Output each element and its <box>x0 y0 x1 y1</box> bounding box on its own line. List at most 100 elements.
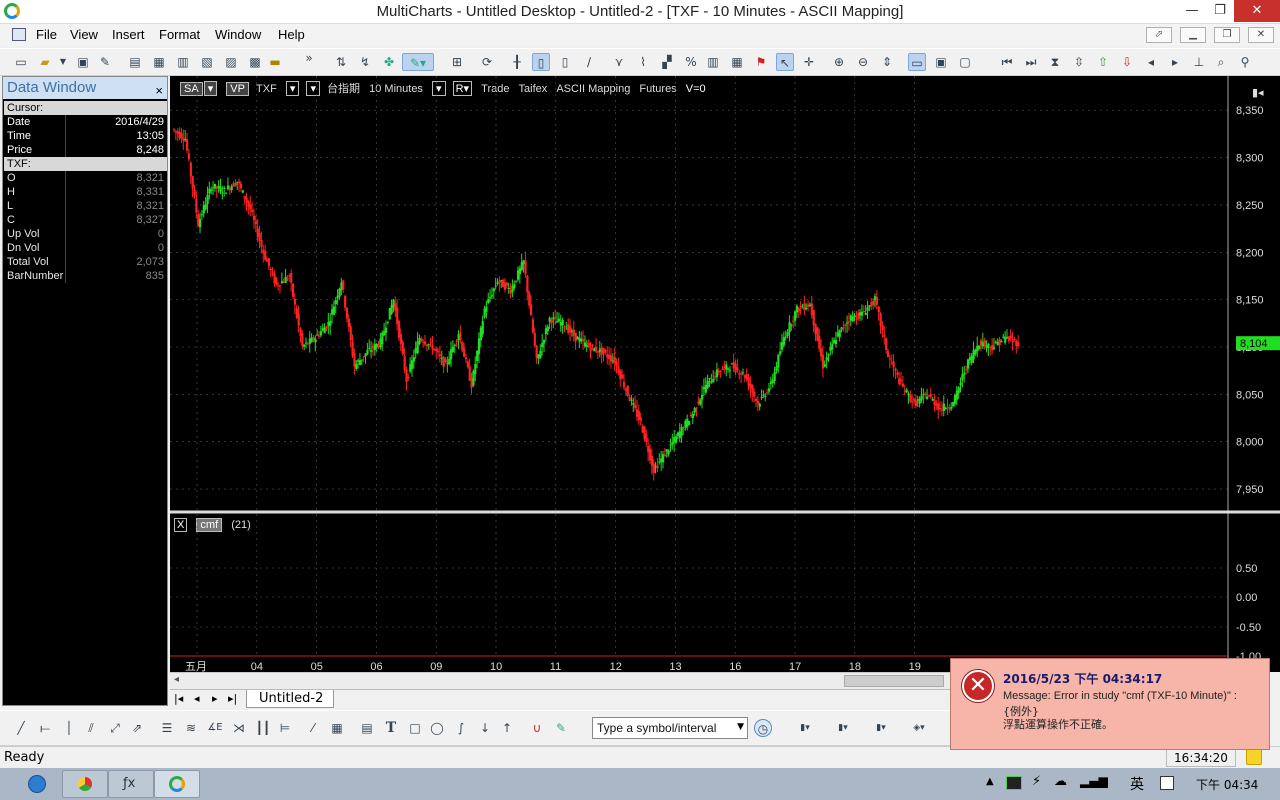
next-tab-icon[interactable]: ▸ <box>212 692 218 705</box>
scanner-icon[interactable]: ▦ <box>150 53 168 71</box>
crosshair-icon[interactable]: ✛ <box>800 53 818 71</box>
menu-view[interactable]: View <box>70 27 98 42</box>
scroll-left-icon[interactable]: ◂ <box>1142 53 1160 71</box>
order-icon[interactable]: ▨ <box>222 53 240 71</box>
screenshot-icon[interactable]: ▣ <box>932 53 950 71</box>
document-icon[interactable] <box>12 28 26 41</box>
dom-icon[interactable]: ▥ <box>174 53 192 71</box>
trade-tools-icon[interactable]: ◈▾ <box>910 719 928 737</box>
arrow-line-icon[interactable]: ⤢ <box>106 719 124 737</box>
rectangle-icon[interactable]: □ <box>406 719 424 737</box>
chart-window-icon[interactable]: ▤ <box>126 53 144 71</box>
grid-icon[interactable]: ▦ <box>728 53 746 71</box>
range-chart-icon[interactable]: ▮▾ <box>872 719 890 737</box>
freehand-icon[interactable]: ∫ <box>452 719 470 737</box>
taskbar-clock[interactable]: 下午 04:34 <box>1196 776 1258 793</box>
editor-taskbar-icon[interactable]: ƒx <box>108 770 154 798</box>
list-icon[interactable]: ▤ <box>358 719 376 737</box>
percent-icon[interactable]: % <box>682 53 700 71</box>
hourglass-icon[interactable]: ⧗ <box>1046 53 1064 71</box>
close-icon[interactable]: × <box>155 80 163 102</box>
error-notification[interactable]: ✕ 2016/5/23 下午 04:34:17 Message: Error i… <box>950 658 1270 750</box>
fib-arc-icon[interactable]: ⋊ <box>230 719 248 737</box>
text-tool-icon[interactable]: T <box>382 719 400 737</box>
pitchfork-icon[interactable]: ⊨ <box>276 719 294 737</box>
flag-icon[interactable]: ⚑ <box>752 53 770 71</box>
vertical-line-icon[interactable]: │ <box>60 719 78 737</box>
maximize-button[interactable]: ❐ <box>1206 0 1234 22</box>
scroll-icon[interactable]: ⇕ <box>878 53 896 71</box>
report-icon[interactable]: ▩ <box>246 53 264 71</box>
tab-untitled-2[interactable]: Untitled-2 <box>246 690 334 708</box>
first-tab-icon[interactable]: |◂ <box>174 692 183 705</box>
drawing-mode-icon[interactable]: ✎▾ <box>402 53 434 71</box>
arrow-down-icon[interactable]: ↓ <box>476 719 494 737</box>
minimize-button[interactable]: — <box>1178 0 1206 22</box>
edit-icon[interactable]: ✎ <box>96 53 114 71</box>
close-button[interactable]: ✕ <box>1234 0 1280 22</box>
candlestick-icon[interactable]: ▯ <box>532 53 550 71</box>
channel-icon[interactable]: ⫽ <box>82 719 100 737</box>
kagi-icon[interactable]: ⌇ <box>634 53 652 71</box>
seek-end-icon[interactable]: ⏭ <box>1022 53 1040 71</box>
power-icon[interactable]: ⚡ <box>1032 774 1041 789</box>
scroll-left-icon[interactable]: ◂ <box>174 674 179 685</box>
toolbar-overflow-icon[interactable]: » <box>300 49 318 67</box>
start-icon[interactable] <box>28 775 46 793</box>
renko-icon[interactable]: ▞ <box>658 53 676 71</box>
chevron-down-icon[interactable]: ▼ <box>54 53 72 71</box>
chart-window[interactable]: SA ▾ VP TXF ▾ ▾ 台指期 10 Minutes ▾ R▾ Trade… <box>170 76 1280 672</box>
hollow-candle-icon[interactable]: ▯ <box>556 53 574 71</box>
format-icon[interactable]: ⊞ <box>448 53 466 71</box>
ray-icon[interactable]: ⇗ <box>128 719 146 737</box>
multicharts-taskbar-icon[interactable] <box>154 770 200 798</box>
save-icon[interactable]: ▣ <box>74 53 92 71</box>
chevron-down-icon[interactable]: ▼ <box>737 722 744 732</box>
point-figure-icon[interactable]: ⋎ <box>610 53 628 71</box>
open-folder-icon[interactable]: ▰ <box>36 53 54 71</box>
seek-start-icon[interactable]: ⏮ <box>998 53 1016 71</box>
paint-icon[interactable]: ✎ <box>552 719 570 737</box>
grid-icon[interactable]: ▦ <box>328 719 346 737</box>
mdi-float-button[interactable]: ⬀ <box>1146 27 1172 43</box>
menu-insert[interactable]: Insert <box>112 27 145 42</box>
scroll-right-icon[interactable]: ▸ <box>1166 53 1184 71</box>
zoom-in-icon[interactable]: ⊕ <box>830 53 848 71</box>
menu-window[interactable]: Window <box>215 27 261 42</box>
insert-signal-icon[interactable]: ↯ <box>356 53 374 71</box>
window-icon[interactable]: ▢ <box>956 53 974 71</box>
arrow-up-icon[interactable]: ↑ <box>498 719 516 737</box>
cloud-icon[interactable]: ☁ <box>1054 774 1067 789</box>
notes-icon[interactable]: ▬ <box>266 53 284 71</box>
portfolio-icon[interactable]: ▧ <box>198 53 216 71</box>
new-workspace-icon[interactable]: ▭ <box>12 53 30 71</box>
input-language[interactable]: 英 <box>1130 774 1144 794</box>
insert-study-icon[interactable]: ⇅ <box>332 53 350 71</box>
magnify-icon[interactable]: ⌕ <box>1212 53 1230 71</box>
notification-icon[interactable] <box>1246 749 1262 765</box>
symbol-interval-input[interactable]: Type a symbol/interval ▼ <box>592 717 748 739</box>
insert-text-icon[interactable]: ⊥ <box>1190 53 1208 71</box>
apply-symbol-icon[interactable]: ◷ <box>754 719 772 737</box>
pointer-icon[interactable]: ↖ <box>776 53 794 71</box>
mdi-minimize-button[interactable]: ▁ <box>1180 27 1206 43</box>
zoom-out-icon[interactable]: ⊖ <box>854 53 872 71</box>
line-chart-icon[interactable]: ∕ <box>580 53 598 71</box>
strategy-icon[interactable]: ✤ <box>380 53 398 71</box>
menu-help[interactable]: Help <box>278 27 305 42</box>
prev-tab-icon[interactable]: ◂ <box>194 692 200 705</box>
monitor-icon[interactable] <box>1006 776 1022 790</box>
fib-fan-icon[interactable]: ∡E <box>206 719 224 737</box>
tray-expand-icon[interactable]: ▲ <box>986 776 994 787</box>
compress-icon[interactable]: ⇳ <box>1070 53 1088 71</box>
scrollbar-thumb[interactable] <box>844 675 944 687</box>
browser-taskbar-icon[interactable] <box>62 770 108 798</box>
menu-format[interactable]: Format <box>159 27 200 42</box>
refresh-icon[interactable]: ⟳ <box>478 53 496 71</box>
fib-time-icon[interactable]: ┃┃ <box>254 719 272 737</box>
volume-chart-icon[interactable]: ▮▾ <box>834 719 852 737</box>
fib-ext-icon[interactable]: ≋ <box>182 719 200 737</box>
mdi-restore-button[interactable]: ❐ <box>1214 27 1240 43</box>
gann-icon[interactable]: ⁄ <box>304 719 322 737</box>
chart-scrollbar[interactable]: ◂ <box>170 672 950 689</box>
